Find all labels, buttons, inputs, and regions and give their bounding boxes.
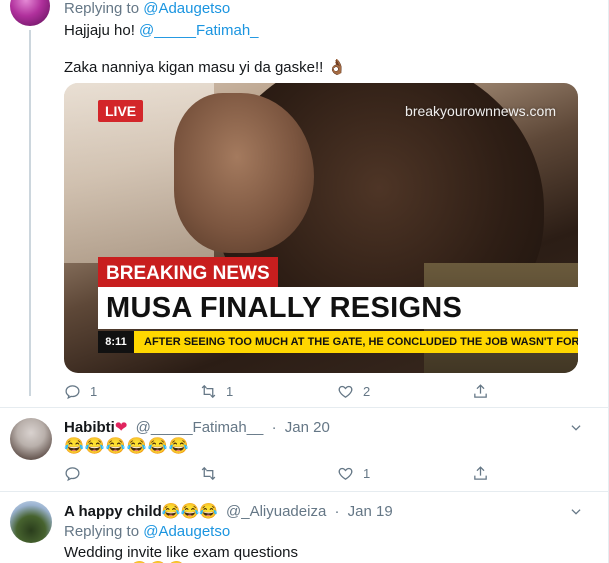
divider bbox=[0, 491, 609, 492]
like-icon bbox=[338, 385, 353, 398]
thread-line bbox=[29, 30, 31, 396]
headline: MUSA FINALLY RESIGNS bbox=[98, 287, 578, 329]
news-ticker: 8:11 AFTER SEEING TOO MUCH AT THE GATE, … bbox=[98, 331, 578, 353]
separator: · bbox=[271, 419, 277, 436]
tweet-text-line2: Zaka nanniya kigan masu yi da gaske!! 👌🏾 bbox=[64, 59, 347, 76]
ticker-text: AFTER SEEING TOO MUCH AT THE GATE, HE CO… bbox=[144, 336, 578, 348]
tweet-actions: 1 bbox=[64, 465, 494, 485]
watermark: breakyourownnews.com bbox=[405, 103, 556, 119]
replying-handle-link[interactable]: @Adaugetso bbox=[143, 0, 230, 17]
reply-icon bbox=[65, 467, 80, 482]
tweet-text: Hajjaju ho! @_____Fatimah_ bbox=[64, 22, 259, 39]
tweet-header: A happy child😂😂😂 @_Aliyuadeiza · Jan 19 bbox=[64, 502, 393, 520]
retweet-icon bbox=[201, 384, 216, 399]
timestamp[interactable]: Jan 20 bbox=[285, 419, 330, 436]
like-count: 2 bbox=[363, 384, 371, 399]
retweet-button[interactable]: 1 bbox=[200, 383, 233, 400]
mention-link[interactable]: @_____Fatimah_ bbox=[139, 22, 258, 39]
tweet-header: Habibti❤ @_____Fatimah__ · Jan 20 bbox=[64, 418, 330, 436]
share-button[interactable] bbox=[472, 383, 489, 400]
timestamp[interactable]: Jan 19 bbox=[348, 503, 393, 520]
like-button[interactable]: 2 bbox=[337, 383, 370, 400]
replying-handle-link[interactable]: @Adaugetso bbox=[143, 523, 230, 540]
display-name[interactable]: Habibti bbox=[64, 419, 115, 436]
tweet-actions: 1 1 2 bbox=[64, 383, 494, 403]
reply-icon bbox=[65, 385, 80, 400]
replying-label: Replying to bbox=[64, 0, 140, 17]
reply-button[interactable] bbox=[64, 465, 90, 482]
replying-to: Replying to @Adaugetso bbox=[64, 523, 230, 540]
timeline: Replying to @Adaugetso Hajjaju ho! @____… bbox=[0, 0, 609, 563]
like-button[interactable]: 1 bbox=[337, 465, 370, 482]
tweet-text: 😂😂😂😂😂😂 bbox=[64, 438, 190, 455]
retweet-icon bbox=[201, 466, 216, 481]
share-icon bbox=[474, 466, 487, 480]
like-icon bbox=[338, 467, 353, 480]
chevron-down-icon[interactable] bbox=[569, 505, 583, 519]
retweet-button[interactable] bbox=[200, 465, 226, 482]
separator: · bbox=[334, 503, 340, 520]
retweet-count: 1 bbox=[226, 384, 234, 399]
reply-button[interactable]: 1 bbox=[64, 383, 97, 400]
divider bbox=[0, 407, 609, 408]
breaking-news-label: BREAKING NEWS bbox=[98, 257, 278, 290]
avatar[interactable] bbox=[10, 0, 50, 26]
handle[interactable]: @_Aliyuadeiza bbox=[226, 503, 326, 520]
reply-count: 1 bbox=[90, 384, 98, 399]
live-badge: LIVE bbox=[98, 100, 144, 122]
handle[interactable]: @_____Fatimah__ bbox=[136, 419, 264, 436]
like-count: 1 bbox=[363, 466, 371, 481]
photo-person-hand bbox=[174, 93, 314, 253]
display-name[interactable]: A happy child😂😂😂 bbox=[64, 503, 218, 520]
share-button[interactable] bbox=[472, 465, 489, 482]
ticker-time: 8:11 bbox=[98, 331, 134, 353]
replying-label: Replying to bbox=[64, 523, 140, 540]
tweet-text: Wedding invite like exam questions bbox=[64, 544, 299, 561]
avatar[interactable] bbox=[10, 418, 52, 460]
tweet-image[interactable]: LIVE breakyourownnews.com BREAKING NEWS … bbox=[64, 83, 578, 373]
tweet-text-part: Hajjaju ho! bbox=[64, 22, 140, 39]
share-icon bbox=[474, 384, 487, 398]
replying-to: Replying to @Adaugetso bbox=[64, 0, 230, 17]
avatar[interactable] bbox=[10, 501, 52, 543]
heart-emoji: ❤ bbox=[114, 419, 128, 436]
chevron-down-icon[interactable] bbox=[569, 421, 583, 435]
